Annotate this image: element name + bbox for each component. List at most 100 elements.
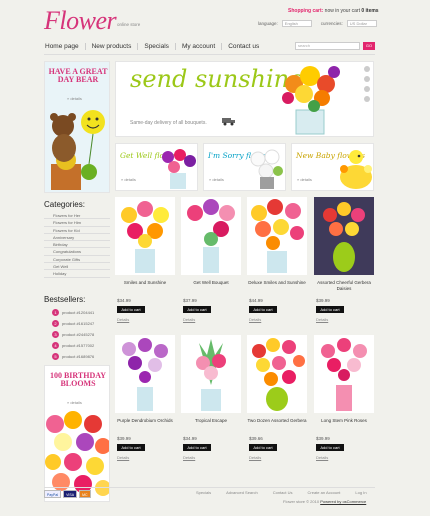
search-button[interactable]: GO — [363, 42, 375, 50]
categories-heading: Categories: — [44, 200, 85, 209]
bestseller-link[interactable]: product #1615247 — [62, 321, 94, 326]
details-link[interactable]: Details — [117, 455, 175, 460]
details-link[interactable]: Details — [316, 455, 374, 460]
add-to-cart-button[interactable]: Add to cart — [249, 444, 277, 451]
slider-dot[interactable] — [364, 66, 370, 72]
product-name[interactable]: Smiles and Sunshine — [115, 280, 175, 292]
promo-get-well[interactable]: Get Well flowers » details — [115, 143, 198, 191]
add-to-cart-button[interactable]: Add to cart — [183, 306, 211, 313]
category-link[interactable]: Holiday — [44, 270, 110, 278]
add-to-cart-button[interactable]: Add to cart — [117, 306, 145, 313]
promo-new-baby[interactable]: New Baby flowers » details — [291, 143, 374, 191]
birthday-promo[interactable]: 100 BIRTHDAY BLOOMS » details — [44, 365, 110, 502]
nav-new-products[interactable]: New products — [84, 43, 138, 50]
category-link[interactable]: Flowers for Him — [44, 219, 110, 227]
currencies-label: currencies: — [320, 21, 343, 26]
bestseller-item[interactable]: 5 product #1689876 — [44, 351, 110, 362]
product-price: $37.99 — [183, 298, 197, 303]
bestseller-link[interactable]: product #1689876 — [62, 354, 94, 359]
category-link[interactable]: Get Well — [44, 263, 110, 271]
bestseller-link[interactable]: product #1204441 — [62, 310, 94, 315]
bestseller-item[interactable]: 2 product #1615247 — [44, 318, 110, 329]
details-link[interactable]: Details — [249, 317, 307, 322]
product-price: $39.99 — [117, 436, 131, 441]
sunshine-bouquet-image — [282, 66, 340, 135]
bestseller-item[interactable]: 1 product #1204441 — [44, 307, 110, 318]
category-link[interactable]: Anniversary — [44, 234, 110, 242]
product-image[interactable] — [314, 197, 374, 275]
promo-im-sorry[interactable]: I'm Sorry flowers » details — [203, 143, 286, 191]
product-name[interactable]: Assorted Cheerful Gerbera Daisies — [314, 280, 374, 292]
category-link[interactable]: Corporate Gifts — [44, 256, 110, 264]
bestseller-item[interactable]: 4 product #1577002 — [44, 340, 110, 351]
product-name[interactable]: Tropical Escape — [181, 418, 241, 430]
product-image[interactable] — [181, 197, 241, 275]
rank-badge: 1 — [52, 309, 59, 316]
slider-dot[interactable] — [364, 86, 370, 92]
category-link[interactable]: Congratulations — [44, 248, 110, 256]
promo-details[interactable]: » details — [121, 177, 136, 182]
details-link[interactable]: Details — [183, 317, 241, 322]
powered-by-link[interactable]: Powered by osCommerce — [320, 499, 366, 504]
product-price: $34.99 — [183, 436, 197, 441]
search-input[interactable]: search — [295, 42, 360, 50]
product-name[interactable]: Two Dozen Assorted Gerbera — [247, 418, 307, 430]
details-link[interactable]: Details — [183, 455, 241, 460]
footer-link[interactable]: Specials — [196, 490, 211, 495]
footer-link[interactable]: Advanced Search — [226, 490, 258, 495]
promo-details[interactable]: » details — [297, 177, 312, 182]
nav-contact[interactable]: Contact us — [221, 43, 265, 50]
product-image[interactable] — [115, 335, 175, 413]
nav-my-account[interactable]: My account — [174, 43, 221, 50]
product-name[interactable]: Purple Dendrobium Orchids — [115, 418, 175, 430]
details-link[interactable]: Details — [249, 455, 307, 460]
category-link[interactable]: Flowers for Kid — [44, 227, 110, 234]
product-image[interactable] — [247, 197, 307, 275]
bestsellers-list: 1 product #1204441 2 product #1615247 3 pro… — [44, 307, 110, 362]
product-image[interactable] — [115, 197, 175, 275]
rank-badge: 2 — [52, 320, 59, 327]
add-to-cart-button[interactable]: Add to cart — [249, 306, 277, 313]
product-name[interactable]: Long Stem Pink Roses — [314, 418, 374, 430]
locale-selectors: language: English currencies: US Dollar — [258, 20, 377, 27]
details-link[interactable]: Details — [117, 317, 175, 322]
add-to-cart-button[interactable]: Add to cart — [117, 444, 145, 451]
bestseller-link[interactable]: product #2445278 — [62, 332, 94, 337]
hero-banner[interactable]: send sunshine Same-day delivery of all b… — [115, 61, 374, 137]
duck-bouquet-image — [340, 150, 372, 189]
nav-home[interactable]: Home page — [44, 43, 85, 50]
footer-link[interactable]: Log In — [355, 490, 366, 495]
promo-details[interactable]: » details — [209, 177, 224, 182]
add-to-cart-button[interactable]: Add to cart — [316, 306, 344, 313]
bouquet-image — [196, 339, 226, 411]
category-link[interactable]: Birthday — [44, 241, 110, 249]
category-link[interactable]: Flowers for Her — [44, 212, 110, 220]
nav-specials[interactable]: Specials — [137, 43, 175, 50]
bear-promo[interactable]: HAVE A GREAT DAY BEAR » details — [44, 61, 110, 193]
product-image[interactable] — [247, 335, 307, 413]
add-to-cart-button[interactable]: Add to cart — [183, 444, 211, 451]
bestseller-link[interactable]: product #1577002 — [62, 343, 94, 348]
language-select[interactable]: English — [281, 20, 312, 27]
product-name[interactable]: Deluxe Smiles and Sunshine — [247, 280, 307, 292]
add-to-cart-button[interactable]: Add to cart — [316, 444, 344, 451]
product-image[interactable] — [314, 335, 374, 413]
details-link[interactable]: Details — [316, 317, 374, 322]
product-name[interactable]: Get Well Bouquet — [181, 280, 241, 292]
rank-badge: 5 — [52, 353, 59, 360]
site-logo[interactable]: Flower — [44, 6, 117, 36]
footer-link[interactable]: Contact Us — [273, 490, 293, 495]
product-image[interactable] — [181, 335, 241, 413]
copyright: Flower store © 2010 Powered by osCommerc… — [283, 499, 366, 504]
birthday-promo-details[interactable]: » details — [67, 400, 82, 405]
product-price: $39.99 — [316, 436, 330, 441]
bouquet-image — [252, 338, 305, 411]
bear-promo-details[interactable]: » details — [67, 96, 82, 101]
footer-link[interactable]: Create an Account — [308, 490, 341, 495]
bestseller-item[interactable]: 3 product #2445278 — [44, 329, 110, 340]
rank-badge: 3 — [52, 331, 59, 338]
slider-dot[interactable] — [364, 96, 370, 102]
slider-dot[interactable] — [364, 76, 370, 82]
cart-summary[interactable]: Shopping cart: now in your cart 0 items — [288, 8, 379, 14]
currency-select[interactable]: US Dollar — [346, 20, 377, 27]
